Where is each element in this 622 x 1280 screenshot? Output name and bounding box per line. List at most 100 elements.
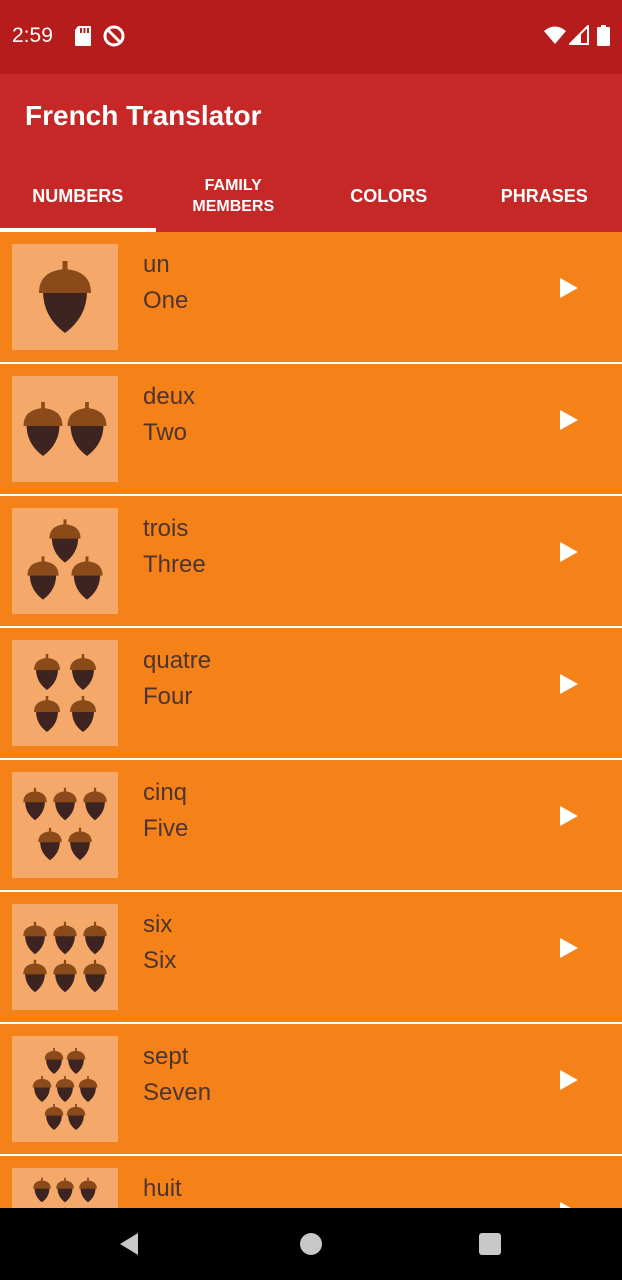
french-word: huit (143, 1175, 182, 1202)
acorn-icon (27, 556, 59, 600)
tab-label: FAMILY MEMBERS (192, 177, 275, 215)
list-item[interactable]: sept Seven (0, 1024, 622, 1154)
acorn-icon (66, 1104, 86, 1130)
list-item[interactable]: huit (0, 1156, 622, 1208)
number-image (12, 376, 118, 482)
acorn-icon (33, 1177, 51, 1203)
number-image (12, 1036, 118, 1142)
tab-numbers[interactable]: NUMBERS (0, 160, 156, 232)
list-item[interactable]: six Six (0, 892, 622, 1022)
english-word: Five (143, 815, 189, 842)
acorn-icon (71, 556, 103, 600)
acorn-icon (78, 1076, 98, 1102)
navigation-bar (0, 1208, 622, 1280)
tab-colors[interactable]: COLORS (311, 160, 467, 232)
play-icon[interactable] (557, 408, 581, 432)
app-bar: French Translator (0, 74, 622, 160)
acorn-icon (55, 1076, 75, 1102)
tab-family-members[interactable]: FAMILY MEMBERS (156, 160, 312, 232)
tab-bar: NUMBERS FAMILY MEMBERS COLORS PHRASES (0, 160, 622, 232)
acorn-icon (23, 402, 63, 456)
play-icon[interactable] (557, 936, 581, 960)
home-icon[interactable] (300, 1233, 322, 1255)
acorn-icon (32, 1048, 98, 1130)
acorn-icon (44, 1104, 64, 1130)
french-word: cinq (143, 779, 188, 806)
app-title: French Translator (25, 100, 262, 131)
english-word: Seven (143, 1079, 212, 1106)
play-icon[interactable] (557, 804, 581, 828)
battery-icon (597, 25, 610, 46)
acorn-icon (34, 696, 60, 732)
acorn-icon (56, 1177, 74, 1203)
numbers-list[interactable]: un One deux Two trois Three quatre Four … (0, 232, 622, 1208)
acorn-icon (44, 1048, 64, 1074)
acorn-icon (53, 959, 77, 993)
english-word: Four (143, 683, 193, 710)
acorn-icon (39, 261, 91, 333)
english-word: Two (143, 419, 188, 446)
recents-icon[interactable] (479, 1233, 501, 1255)
wifi-icon (544, 26, 566, 44)
list-item[interactable]: trois Three (0, 496, 622, 626)
english-word: One (143, 287, 189, 314)
list-item[interactable]: deux Two (0, 364, 622, 494)
acorn-icon (23, 787, 107, 861)
acorn-icon (70, 654, 96, 690)
acorn-icon (68, 827, 92, 861)
list-item[interactable]: cinq Five (0, 760, 622, 890)
status-bar: 2:59 (0, 0, 622, 74)
acorn-icon (79, 1177, 97, 1203)
signal-icon (569, 25, 589, 45)
play-icon[interactable] (557, 1200, 581, 1208)
acorn-icon (66, 1048, 86, 1074)
acorn-icon (23, 787, 47, 821)
english-word: Three (143, 551, 206, 578)
acorn-icon (83, 787, 107, 821)
tab-phrases[interactable]: PHRASES (467, 160, 622, 232)
acorn-icon (53, 787, 77, 821)
acorn-icon (70, 696, 96, 732)
list-item[interactable]: un One (0, 232, 622, 362)
acorn-icon (67, 402, 107, 456)
french-word: sept (143, 1043, 189, 1070)
list-item[interactable]: quatre Four (0, 628, 622, 758)
no-disturb-icon (103, 25, 125, 47)
english-word: Six (143, 947, 177, 974)
play-icon[interactable] (557, 1068, 581, 1092)
french-word: un (143, 251, 170, 278)
number-image (12, 1168, 118, 1208)
back-icon[interactable] (118, 1232, 140, 1256)
tab-label: COLORS (350, 185, 428, 206)
acorn-icon (34, 654, 96, 732)
acorn-icon (39, 261, 91, 333)
play-icon[interactable] (557, 276, 581, 300)
acorn-icon (23, 921, 47, 955)
acorn-icon (23, 402, 107, 456)
number-image (12, 640, 118, 746)
play-icon[interactable] (557, 540, 581, 564)
number-image (12, 244, 118, 350)
french-word: quatre (143, 647, 212, 674)
acorn-icon (83, 959, 107, 993)
french-word: trois (143, 515, 189, 542)
tab-label: NUMBERS (32, 185, 124, 206)
french-word: six (143, 911, 173, 938)
number-image (12, 508, 118, 614)
french-word: deux (143, 383, 196, 410)
play-icon[interactable] (557, 672, 581, 696)
acorn-icon (27, 519, 103, 600)
acorn-icon (49, 519, 81, 563)
acorn-icon (23, 959, 47, 993)
acorn-icon (83, 921, 107, 955)
number-image (12, 904, 118, 1010)
acorn-icon (34, 654, 60, 690)
tab-label: PHRASES (500, 185, 588, 206)
acorn-icon (23, 921, 107, 993)
acorn-icon (33, 1177, 97, 1208)
acorn-icon (38, 827, 62, 861)
status-time: 2:59 (12, 24, 53, 47)
sd-card-icon (75, 26, 91, 46)
acorn-icon (53, 921, 77, 955)
acorn-icon (32, 1076, 52, 1102)
